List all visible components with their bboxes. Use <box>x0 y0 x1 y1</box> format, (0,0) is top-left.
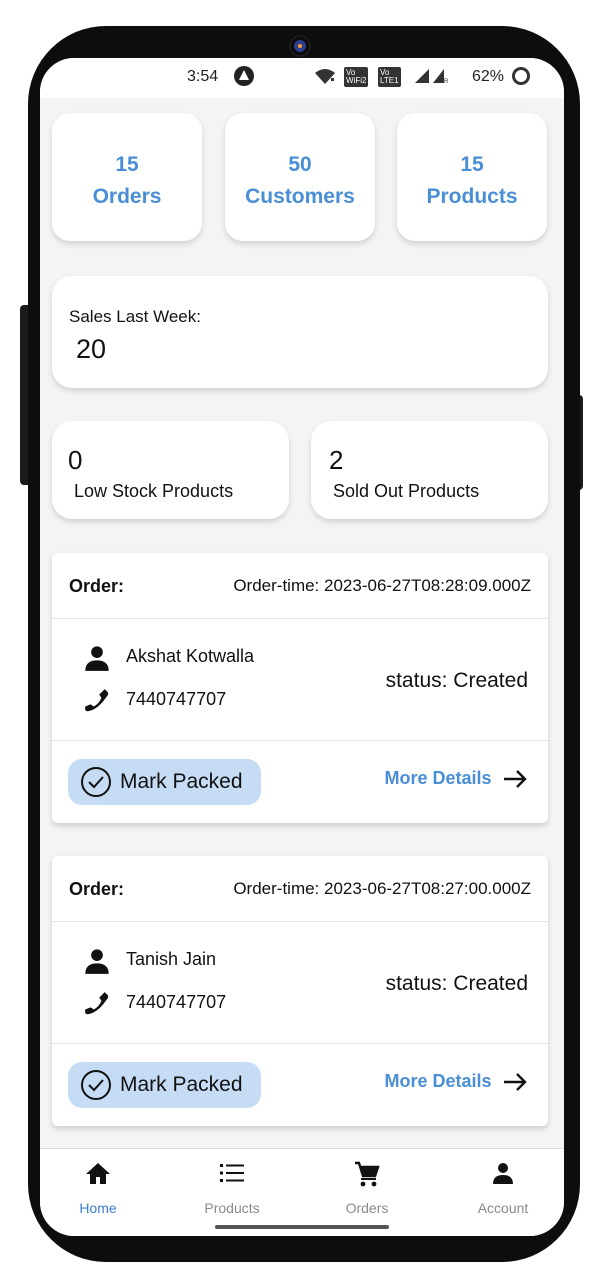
mark-packed-label: Mark Packed <box>120 770 243 793</box>
arrow-right-icon <box>504 1072 527 1091</box>
front-camera <box>291 37 309 55</box>
mark-packed-button[interactable]: Mark Packed <box>68 759 261 805</box>
status-bar: 3:54 Vo WiFi2 Vo LTE1 R 62% <box>40 58 564 98</box>
customers-label: Customers <box>245 185 355 208</box>
order-card: Order: Order-time: 2023-06-27T08:28:09.0… <box>52 553 548 823</box>
order-status: status: Created <box>385 669 528 692</box>
order-card-body: Akshat Kotwalla 7440747707 status: Creat… <box>52 619 548 741</box>
mark-packed-button[interactable]: Mark Packed <box>68 1062 261 1108</box>
alert-icon <box>234 66 254 86</box>
nav-account-label: Account <box>477 1200 529 1216</box>
customer-name: Akshat Kotwalla <box>126 646 255 666</box>
phone-icon <box>85 689 109 712</box>
sales-value: 20 <box>76 334 107 364</box>
customer-name: Tanish Jain <box>126 949 217 969</box>
order-time: Order-time: 2023-06-27T08:28:09.000Z <box>233 576 531 595</box>
nav-orders[interactable]: Orders <box>302 1149 432 1219</box>
products-stat-card[interactable]: 15 Products <box>397 113 547 241</box>
bottom-navigation: Home Products Orders Account <box>40 1148 564 1236</box>
wifi-icon <box>315 69 335 84</box>
list-icon <box>220 1164 244 1182</box>
low-stock-label: Low Stock Products <box>74 481 234 501</box>
sold-out-count: 2 <box>329 445 344 475</box>
customer-phone: 7440747707 <box>126 992 227 1012</box>
mark-packed-label: Mark Packed <box>120 1073 243 1096</box>
check-circle-icon <box>81 1070 111 1100</box>
home-indicator[interactable] <box>215 1225 389 1229</box>
products-label: Products <box>426 185 518 208</box>
arrow-right-icon <box>504 769 527 788</box>
nav-home[interactable]: Home <box>40 1149 163 1219</box>
low-stock-count: 0 <box>68 445 83 475</box>
order-label: Order: <box>69 879 125 899</box>
order-card-header: Order: Order-time: 2023-06-27T08:28:09.0… <box>52 553 548 619</box>
more-details-link[interactable]: More Details <box>385 768 529 789</box>
signal-roaming-icon: R <box>433 69 448 84</box>
home-icon <box>86 1163 110 1184</box>
order-status: status: Created <box>385 972 528 995</box>
nav-orders-label: Orders <box>345 1200 389 1216</box>
order-card-body: Tanish Jain 7440747707 status: Created <box>52 922 548 1044</box>
nav-products-label: Products <box>204 1200 260 1216</box>
low-stock-card[interactable]: 0 Low Stock Products <box>52 421 289 519</box>
svg-text:R: R <box>444 79 448 84</box>
products-count: 15 <box>460 153 484 176</box>
customers-stat-card[interactable]: 50 Customers <box>225 113 375 241</box>
signal-icon <box>415 69 429 83</box>
orders-stat-card[interactable]: 15 Orders <box>52 113 202 241</box>
more-details-label: More Details <box>384 1071 492 1091</box>
customer-phone: 7440747707 <box>126 689 227 709</box>
nav-account[interactable]: Account <box>438 1149 564 1219</box>
order-card: Order: Order-time: 2023-06-27T08:27:00.0… <box>52 856 548 1126</box>
volte-wifi-icon: Vo WiFi2 <box>344 67 369 87</box>
app-screen: 3:54 Vo WiFi2 Vo LTE1 R 62% 15 Orders 50 C… <box>40 58 564 1236</box>
check-circle-icon <box>81 767 111 797</box>
more-details-link[interactable]: More Details <box>385 1071 529 1092</box>
battery-icon <box>512 67 530 85</box>
sales-label: Sales Last Week: <box>69 307 201 326</box>
sales-last-week-card: Sales Last Week: 20 <box>52 276 548 388</box>
order-card-header: Order: Order-time: 2023-06-27T08:27:00.0… <box>52 856 548 922</box>
more-details-label: More Details <box>384 768 492 788</box>
cart-icon <box>355 1161 380 1187</box>
nav-home-label: Home <box>79 1200 117 1216</box>
customers-count: 50 <box>288 153 312 176</box>
order-label: Order: <box>69 576 125 596</box>
volte-lte-icon: Vo LTE1 <box>378 67 401 87</box>
person-icon <box>85 646 109 671</box>
orders-count: 15 <box>115 153 139 176</box>
phone-icon <box>85 992 109 1015</box>
battery-percent: 62% <box>472 68 505 85</box>
order-time: Order-time: 2023-06-27T08:27:00.000Z <box>233 879 531 898</box>
status-time: 3:54 <box>187 68 219 85</box>
orders-label: Orders <box>92 185 162 208</box>
person-icon <box>85 949 109 974</box>
nav-products[interactable]: Products <box>167 1149 297 1219</box>
sold-out-label: Sold Out Products <box>333 481 480 501</box>
person-icon <box>493 1163 513 1184</box>
sold-out-card[interactable]: 2 Sold Out Products <box>311 421 548 519</box>
